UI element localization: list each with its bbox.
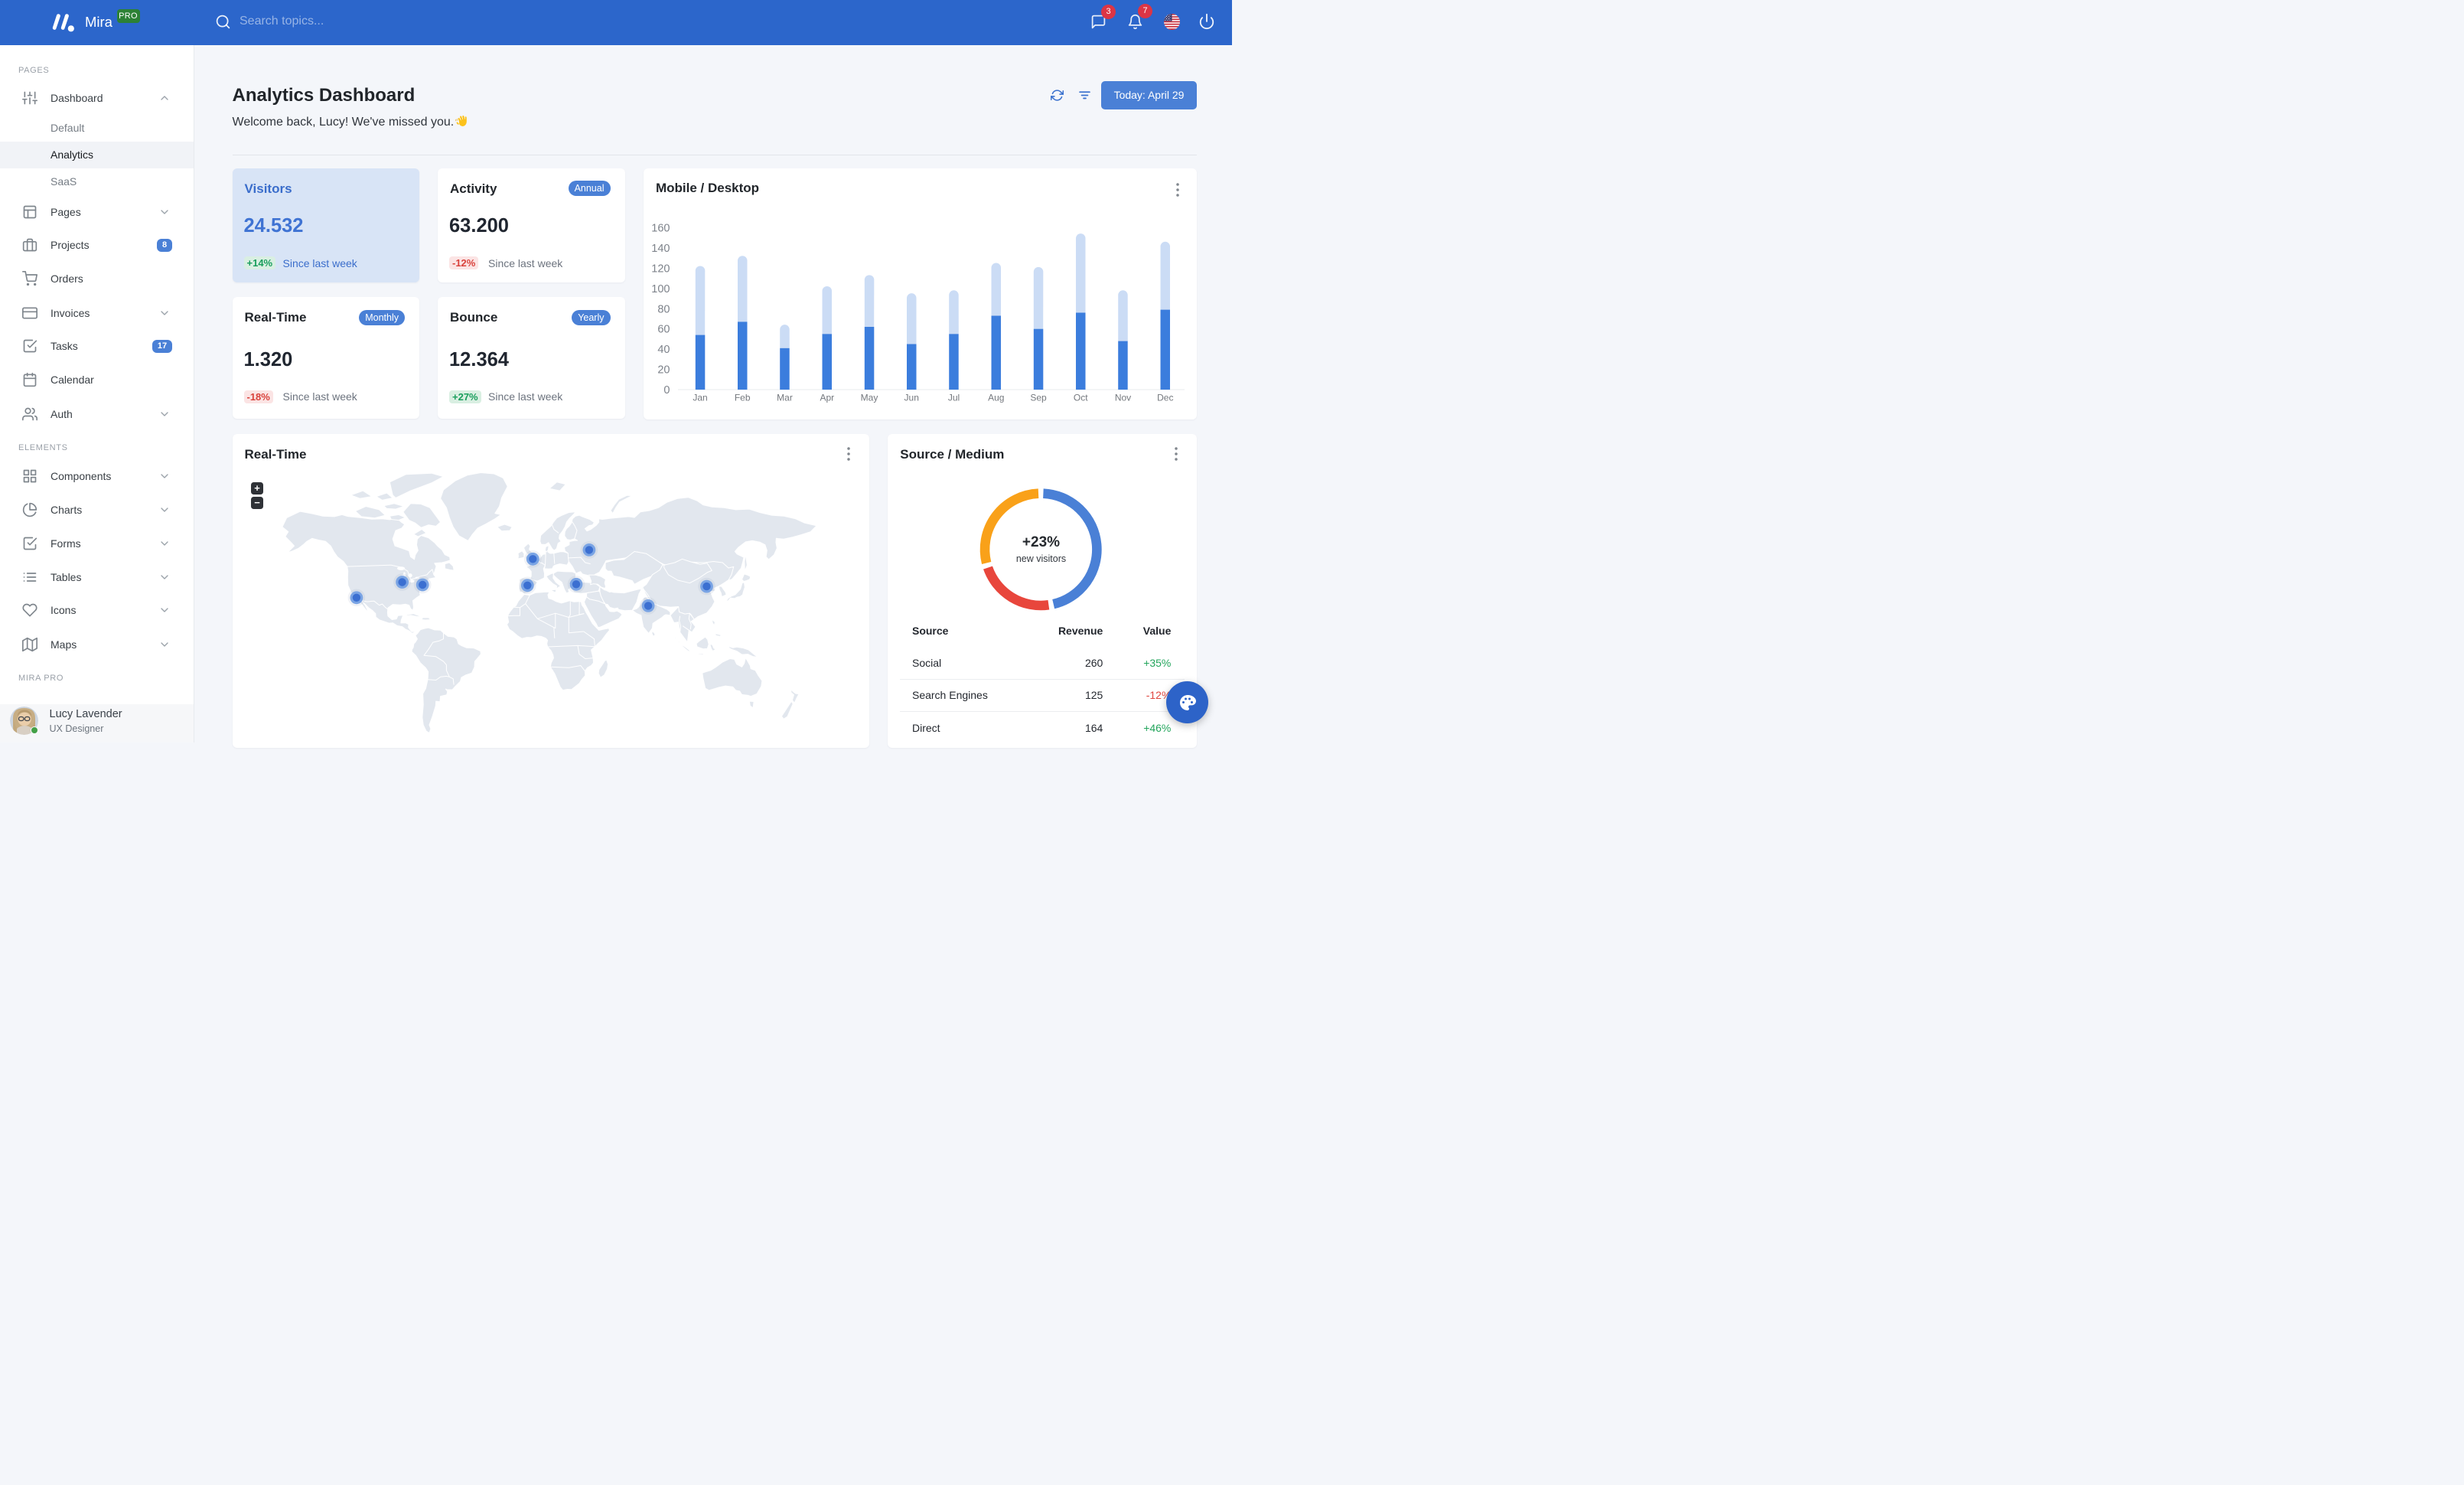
svg-text:160: 160	[651, 222, 670, 234]
svg-text:Jan: Jan	[693, 392, 707, 403]
svg-text:100: 100	[651, 282, 670, 295]
svg-text:80: 80	[657, 303, 670, 315]
svg-text:Apr: Apr	[820, 392, 834, 403]
svg-text:40: 40	[657, 344, 670, 356]
svg-text:Oct: Oct	[1074, 392, 1088, 403]
svg-text:May: May	[861, 392, 878, 403]
svg-text:Jul: Jul	[948, 392, 960, 403]
svg-text:Feb: Feb	[735, 392, 751, 403]
svg-text:Sep: Sep	[1030, 392, 1047, 403]
svg-text:Jun: Jun	[904, 392, 919, 403]
svg-text:120: 120	[651, 263, 670, 275]
svg-text:0: 0	[663, 384, 670, 397]
svg-text:Dec: Dec	[1157, 392, 1173, 403]
svg-text:Aug: Aug	[988, 392, 1004, 403]
svg-text:140: 140	[651, 242, 670, 254]
svg-text:20: 20	[657, 364, 670, 376]
svg-text:Nov: Nov	[1115, 392, 1131, 403]
svg-text:60: 60	[657, 323, 670, 335]
svg-text:Mar: Mar	[777, 392, 793, 403]
